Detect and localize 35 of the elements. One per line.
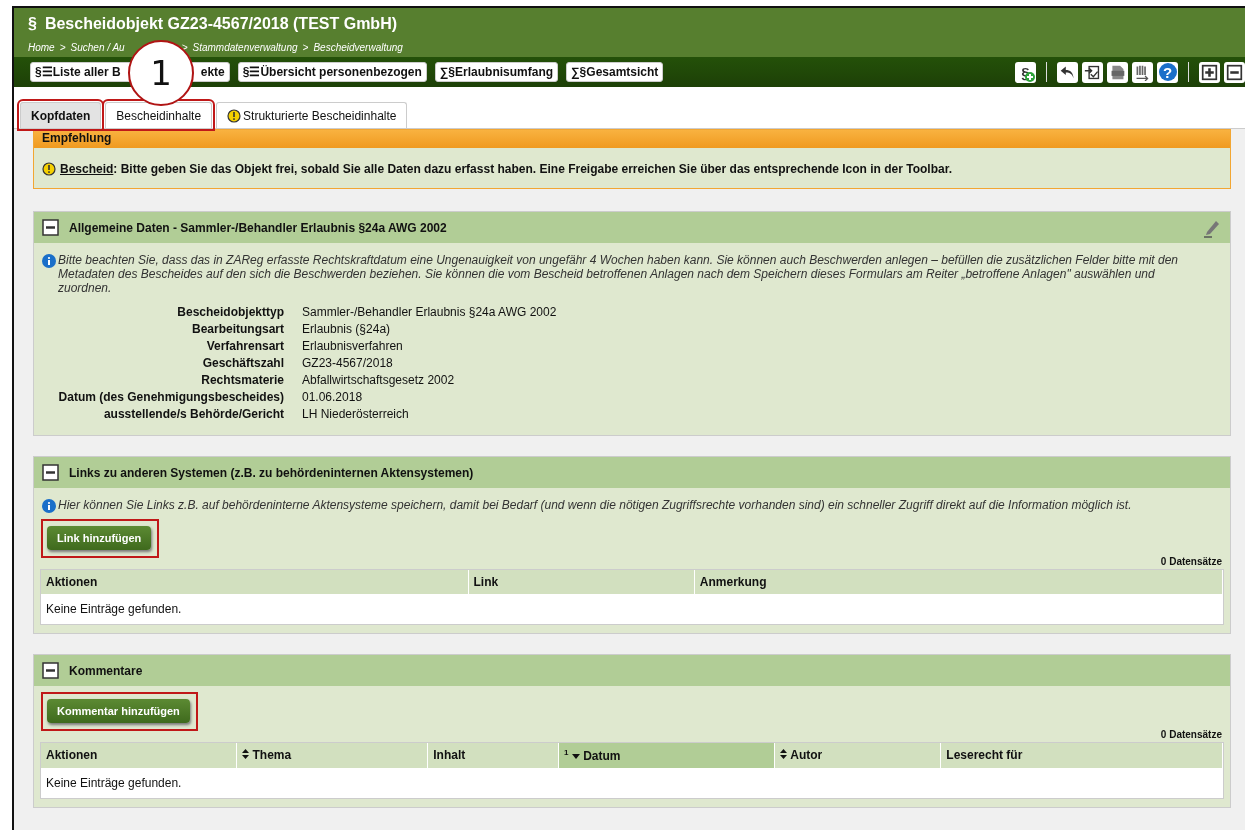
empty-message: Keine Einträge gefunden. <box>45 775 183 792</box>
column-header: Leserecht für <box>941 743 1223 768</box>
field-label: Rechtsmaterie <box>200 373 284 387</box>
column-header: Aktionen <box>41 570 469 594</box>
column-header: Inhalt <box>428 743 560 768</box>
field-value: Erlaubnis (§24a) <box>302 322 392 336</box>
column-header: Aktionen <box>41 743 238 768</box>
recommendation-title: Empfehlung <box>34 130 1230 148</box>
field-label: Datum (des Genehmigungsbescheides) <box>57 390 284 404</box>
paragraph-icon: § <box>28 15 37 33</box>
column-header: Anmerkung <box>694 570 1223 594</box>
info-text: Hier können Sie Links z.B. auf behördeninterne Aktensysteme speichern, damit bei Bedarf (und wenn die nötigen Zugriffsrechte vorhanden sind) ein schneller Zugriff direkt auf die Information möglich ist. <box>58 498 1132 512</box>
field-value: Abfallwirtschaftsgesetz 2002 <box>302 373 456 387</box>
field-value: 01.06.2018 <box>302 390 364 404</box>
field-label: Geschäftszahl <box>201 356 284 370</box>
recommendation-text: Bescheid: Bitte geben Sie das Objekt frei, sobald Sie alle Daten dazu erfasst haben. Eine Freigabe erreichen Sie über das entsprechende Icon in der Toolbar. <box>60 162 953 176</box>
field-value: LH Niederösterreich <box>302 407 410 421</box>
window-title: Bescheidobjekt GZ23-4567/2018 (TEST GmbH) <box>44 15 398 33</box>
field-label: Verfahrensart <box>205 339 284 353</box>
field-label: ausstellende/s Behörde/Gericht <box>102 407 284 421</box>
field-value: GZ23-4567/2018 <box>302 356 394 370</box>
panel-title: Allgemeine Daten - Sammler-/Behandler Erlaubnis §24a AWG 2002 <box>69 220 447 235</box>
info-text: Bitte beachten Sie, dass das in ZAReg erfasste Rechtskraftdatum eine Ungenauigkeit von ungefähr 4 Wochen haben kann. Sie können auch Beschwerden anlegen – befüllen die zusätzlichen Felder bitte mit den Metadaten des Bescheides auf den sich die Beschwerden beziehen. Sie können die vom Bescheid betroffenen Anlagen nach dem Speichern dieses Formulars am Reiter „betroffene Anlagen" auswählen und zuordnen. <box>58 253 1180 295</box>
field-value: Erlaubnisverfahren <box>302 339 404 353</box>
column-header: Link <box>468 570 695 594</box>
breadcrumb-separator: > <box>59 41 66 53</box>
record-count: 0 Datensätze <box>1159 556 1223 569</box>
breadcrumb-separator: > <box>302 41 309 53</box>
field-label: Bearbeitungsart <box>190 322 284 336</box>
record-count: 0 Datensätze <box>1159 729 1223 742</box>
empty-message: Keine Einträge gefunden. <box>45 601 183 618</box>
panel-title: Kommentare <box>69 663 143 678</box>
panel-title: Links zu anderen Systemen (z.B. zu behördeninternen Aktensystemen) <box>69 465 474 480</box>
field-value: Sammler-/Behandler Erlaubnis §24a AWG 2002 <box>302 305 558 319</box>
field-label: Bescheidobjekttyp <box>176 305 284 319</box>
